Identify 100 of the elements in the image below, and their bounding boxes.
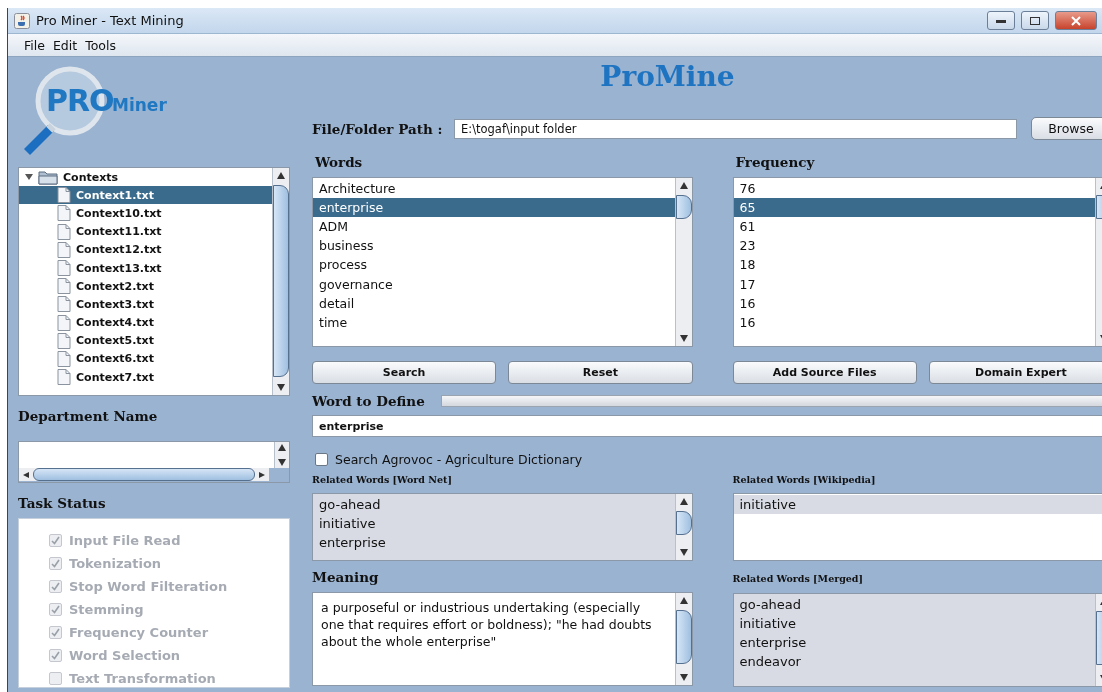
related-words-label: Related Words [Merged] <box>732 573 864 584</box>
app-title: ProMine <box>599 59 736 95</box>
define-label: Word to Define <box>312 393 425 409</box>
list-item[interactable]: initiative <box>733 495 1102 515</box>
task-label: Frequency Counter <box>69 624 209 640</box>
department-field[interactable] <box>18 441 290 483</box>
related-words-label: Related Words [Wikipedia] <box>732 474 877 485</box>
scroll-thumb[interactable] <box>675 511 692 535</box>
tree-item[interactable]: Context12.txt <box>19 240 272 259</box>
action-button[interactable]: Domain Expert <box>928 361 1102 384</box>
browse-button[interactable]: Browse <box>1031 117 1102 140</box>
list-item[interactable]: 23 <box>733 236 1095 256</box>
file-icon <box>57 187 71 204</box>
list-item[interactable]: process <box>313 255 675 275</box>
tree-node[interactable]: Contexts <box>19 168 272 187</box>
action-button[interactable]: Search <box>312 361 497 384</box>
menu-item[interactable]: Tools <box>85 37 116 53</box>
action-button[interactable]: Add Source Files <box>732 361 917 384</box>
checkmark-icon <box>51 604 60 614</box>
down-arrow-icon[interactable] <box>278 459 286 466</box>
menu-item[interactable]: File <box>24 37 45 53</box>
scroll-thumb[interactable] <box>675 195 692 219</box>
expanded-triangle-icon[interactable] <box>25 173 33 182</box>
scroll-thumb[interactable] <box>675 610 692 664</box>
scrollbar[interactable] <box>674 178 692 346</box>
checkmark-icon <box>51 535 60 545</box>
down-arrow-icon[interactable] <box>679 549 688 556</box>
scrollbar[interactable] <box>272 168 289 395</box>
logo-text: Miner <box>112 95 167 115</box>
minimize-button[interactable] <box>987 11 1015 30</box>
file-icon <box>57 205 71 222</box>
checkmark-icon <box>51 650 60 660</box>
minimize-icon <box>996 18 1006 23</box>
list-item[interactable]: 16 <box>733 312 1095 332</box>
maximize-icon <box>1030 16 1040 25</box>
list-item[interactable]: ADM <box>313 217 675 237</box>
file-icon <box>57 369 71 386</box>
file-icon <box>57 296 71 313</box>
tree-item[interactable]: Context4.txt <box>19 313 272 332</box>
list-item[interactable]: 18 <box>733 255 1095 275</box>
window-title: Pro Miner - Text Mining <box>36 13 185 28</box>
right-arrow-icon[interactable] <box>259 471 265 478</box>
up-arrow-icon[interactable] <box>278 444 286 451</box>
checkbox-label: Search Agrovoc - Agriculture Dictionary <box>335 452 583 467</box>
list-item[interactable]: business <box>313 236 675 256</box>
tree-item[interactable]: Context6.txt <box>19 349 272 369</box>
tree-item[interactable]: Context3.txt <box>19 295 272 314</box>
file-icon <box>57 223 71 240</box>
list-item[interactable]: governance <box>313 274 675 294</box>
checkmark-icon <box>51 558 60 568</box>
down-arrow-icon[interactable] <box>679 335 688 342</box>
down-arrow-icon[interactable] <box>277 384 285 391</box>
maximize-button[interactable] <box>1021 11 1049 30</box>
tree-item[interactable]: Context1.txt <box>19 186 272 205</box>
tree-item[interactable]: Context10.txt <box>19 204 272 223</box>
file-icon <box>57 260 71 277</box>
folder-icon <box>38 169 58 185</box>
meaning-text: a purposeful or industrious undertaking (especially one that requires effort or boldness); "he had doubts about the whole enterprise" <box>320 599 653 651</box>
list-item[interactable]: 76 <box>733 179 1095 199</box>
list-item[interactable]: 65 <box>733 198 1095 218</box>
checkbox[interactable] <box>315 453 328 466</box>
list-item[interactable]: time <box>313 312 675 332</box>
checkmark-icon <box>51 581 60 591</box>
menu-item[interactable]: Edit <box>52 37 78 53</box>
list-item[interactable]: 16 <box>733 293 1095 313</box>
task-status-label: Task Status <box>18 495 107 511</box>
cup-icon <box>14 12 30 29</box>
list-item[interactable]: detail <box>313 293 675 313</box>
action-button[interactable]: Reset <box>508 361 693 384</box>
file-icon <box>57 350 71 367</box>
close-button[interactable] <box>1055 11 1097 30</box>
related-words-label: Related Words [Word Net] <box>312 474 453 485</box>
task-label: Input File Read <box>69 532 181 548</box>
tree-item[interactable]: Context2.txt <box>19 277 272 296</box>
list-item[interactable]: enterprise <box>313 198 675 218</box>
list-item[interactable]: 17 <box>733 274 1095 294</box>
path-field[interactable]: E:\togaf\input folder <box>454 118 1017 139</box>
list-item[interactable]: Architecture <box>313 179 675 199</box>
file-icon <box>57 332 71 349</box>
task-label: Word Selection <box>69 647 181 663</box>
tree-item[interactable]: Context13.txt <box>19 258 272 278</box>
file-icon <box>57 278 71 295</box>
scrollbar[interactable] <box>674 494 692 560</box>
define-field[interactable]: enterprise <box>312 415 1102 437</box>
list-item[interactable]: 61 <box>733 217 1095 237</box>
down-arrow-icon[interactable] <box>679 674 688 681</box>
meaning-text-area[interactable]: a purposeful or industrious undertaking (especially one that requires effort or boldness); "he had doubts about the whole enterprise" <box>312 592 693 686</box>
close-icon <box>1071 15 1081 26</box>
scroll-thumb[interactable] <box>273 185 289 377</box>
tree-item[interactable]: Context11.txt <box>19 222 272 241</box>
scrollbar[interactable] <box>674 593 692 685</box>
tree-item[interactable]: Context5.txt <box>19 331 272 350</box>
scrollbar[interactable] <box>274 442 289 468</box>
tree-item[interactable]: Context7.txt <box>19 368 272 387</box>
task-label: Text Transformation <box>69 670 216 686</box>
frequency-label: Frequency <box>734 154 816 170</box>
meaning-label: Meaning <box>312 569 380 585</box>
file-icon <box>57 241 71 258</box>
task-label: Stop Word Filteration <box>69 578 228 594</box>
words-label: Words <box>314 154 364 170</box>
